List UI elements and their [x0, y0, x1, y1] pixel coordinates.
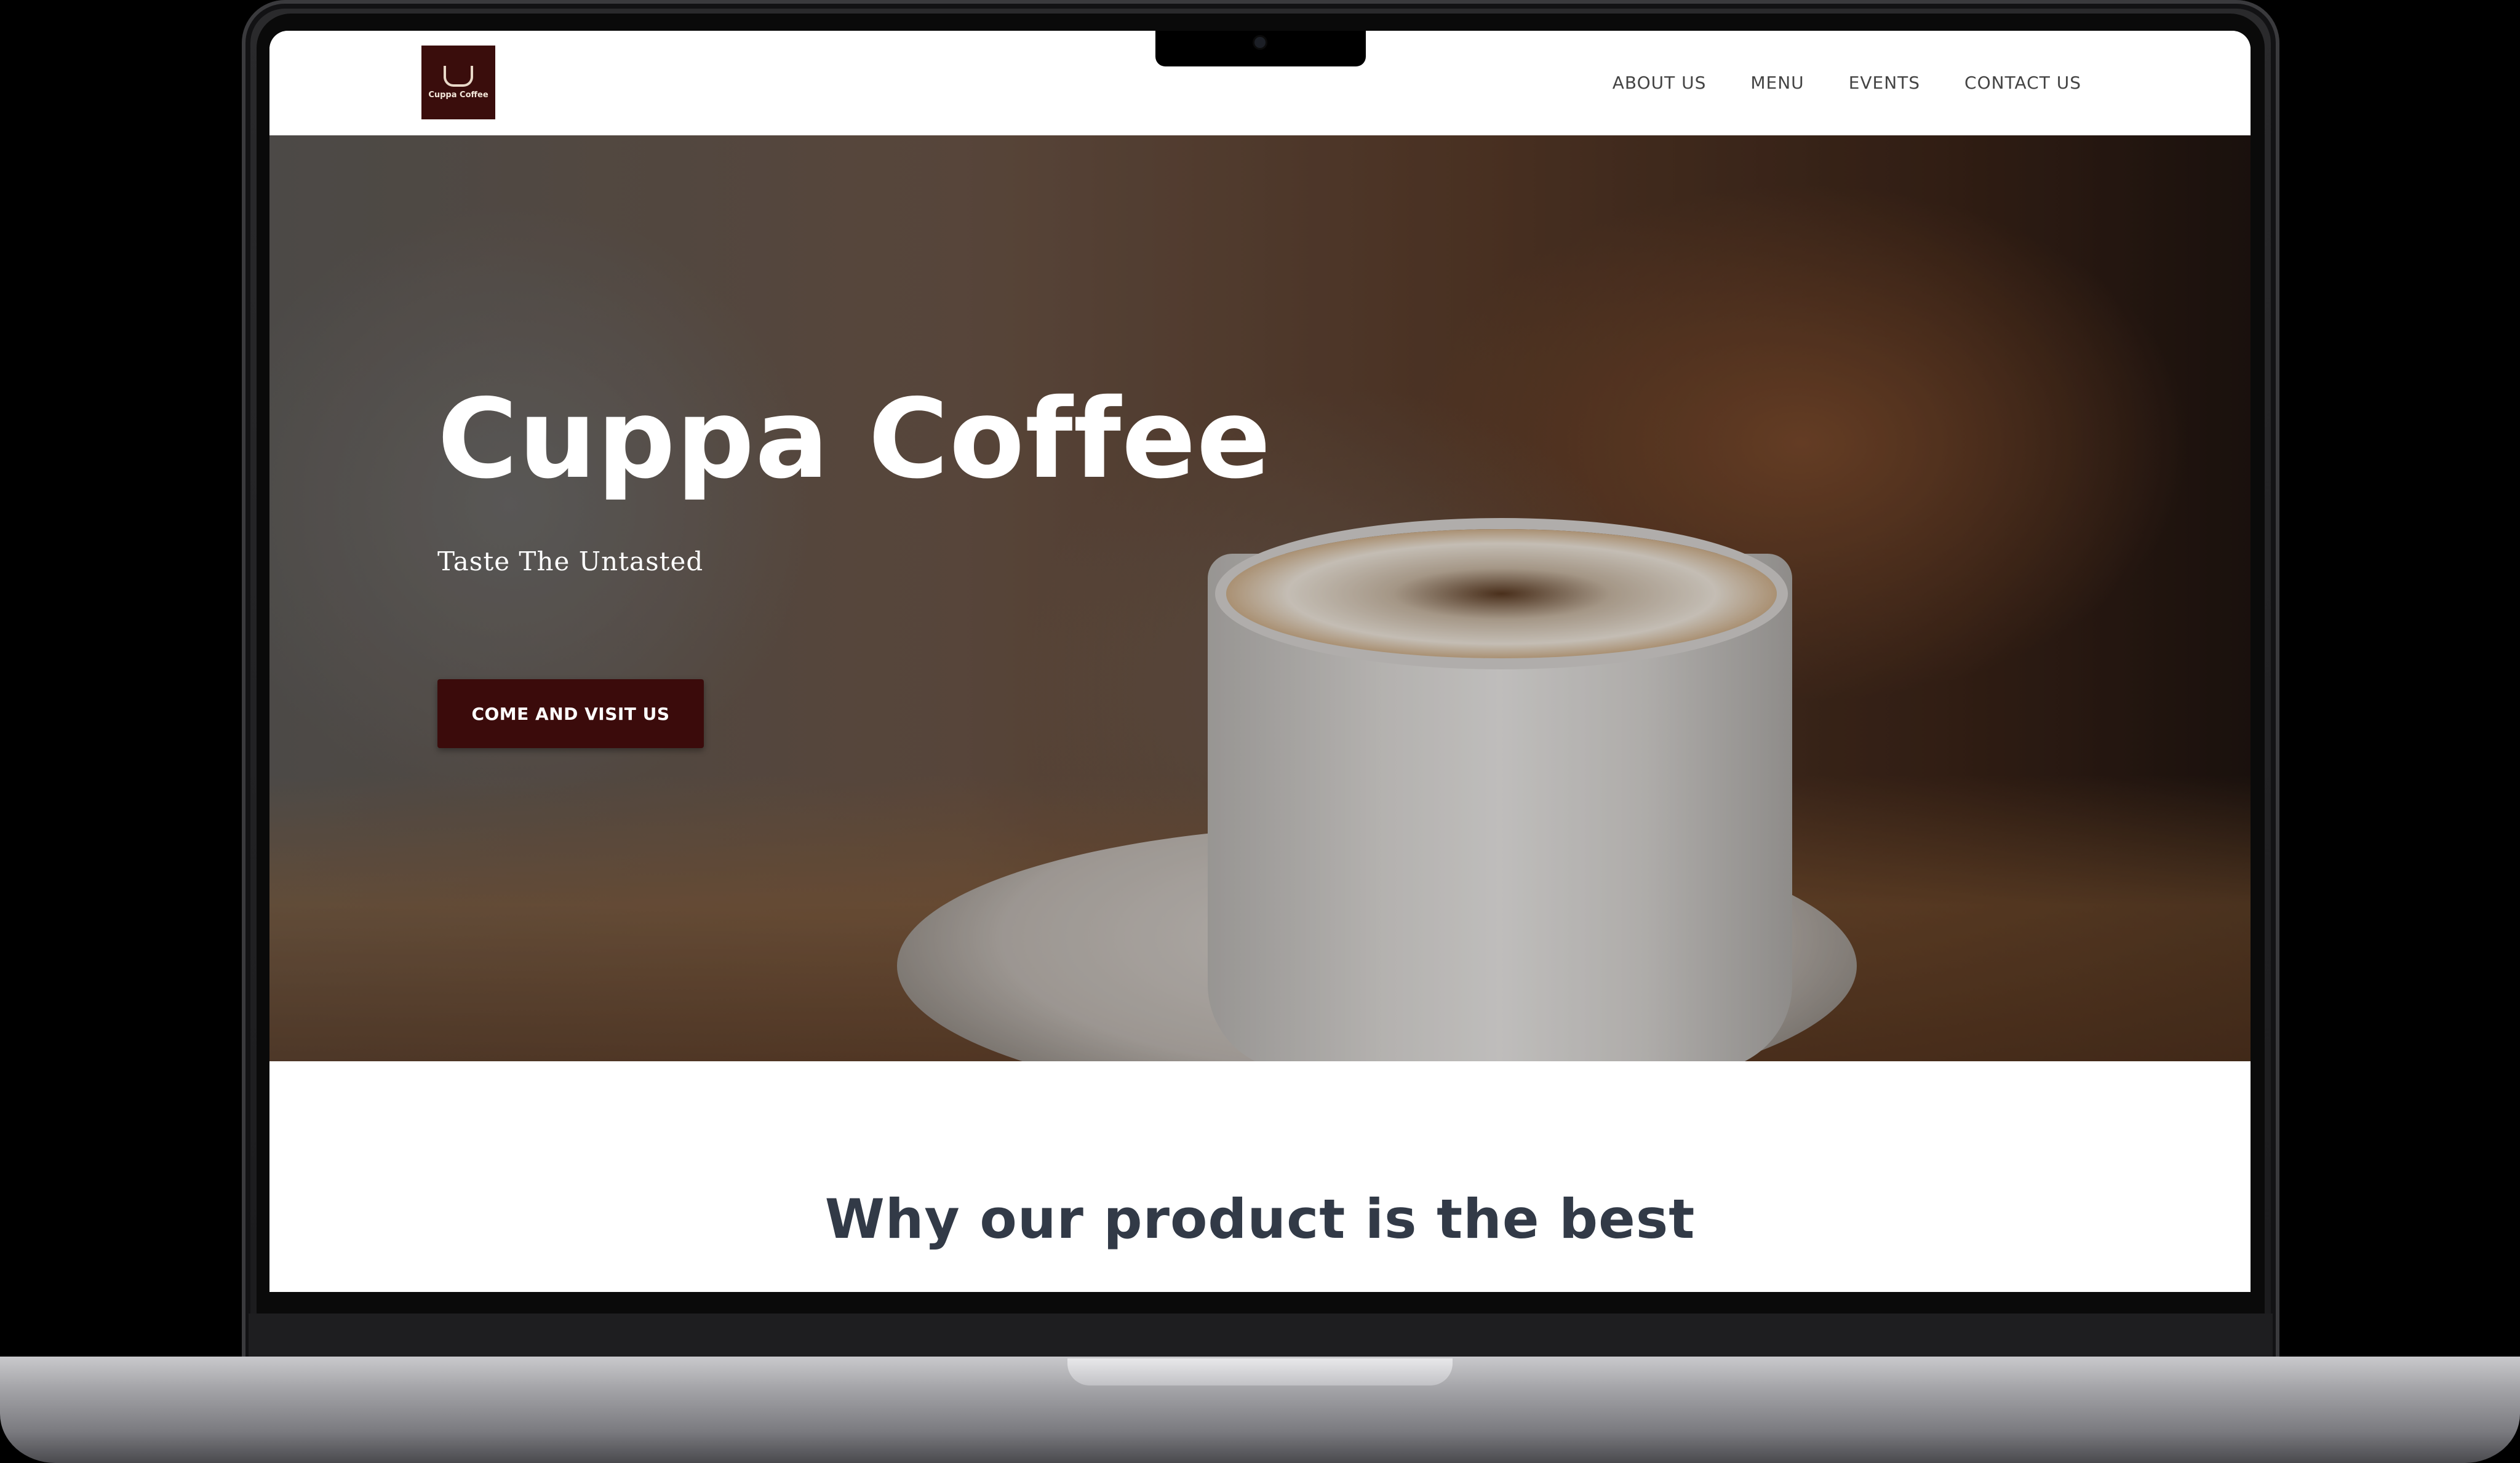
website-screen: Cuppa Coffee ABOUT US MENU EVENTS CONTAC… — [269, 31, 2251, 1292]
coffee-cup-icon — [444, 65, 473, 87]
nav-link-menu[interactable]: MENU — [1750, 73, 1804, 93]
nav-link-contact-us[interactable]: CONTACT US — [1964, 73, 2081, 93]
laptop-base-notch — [1067, 1358, 1453, 1385]
nav-link-events[interactable]: EVENTS — [1849, 73, 1920, 93]
hero-title: Cuppa Coffee — [437, 375, 1272, 503]
nav-link-about-us[interactable]: ABOUT US — [1613, 73, 1707, 93]
nav-links: ABOUT US MENU EVENTS CONTACT US — [1613, 73, 2081, 93]
logo-text: Cuppa Coffee — [428, 90, 488, 100]
brand-logo[interactable]: Cuppa Coffee — [421, 46, 495, 119]
camera-icon — [1254, 37, 1266, 48]
camera-notch — [1155, 31, 1366, 66]
section-title: Why our product is the best — [824, 1187, 1696, 1251]
laptop-bottom-bezel — [249, 1314, 2273, 1357]
visit-us-button[interactable]: COME AND VISIT US — [437, 679, 704, 748]
hero-banner: Cuppa Coffee Taste The Untasted COME AND… — [269, 135, 2251, 1061]
hero-tagline: Taste The Untasted — [437, 546, 704, 576]
hero-overlay — [269, 135, 2251, 1061]
